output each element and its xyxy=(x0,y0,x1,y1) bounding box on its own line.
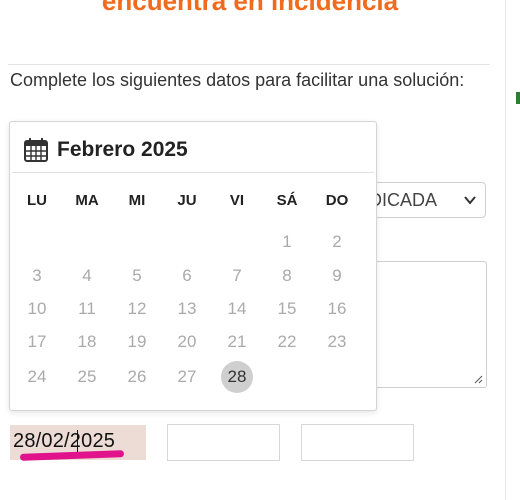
day-cell[interactable]: 13 xyxy=(171,293,203,325)
day-cell[interactable]: 1 xyxy=(271,226,303,258)
day-cell[interactable]: 2 xyxy=(321,226,353,258)
day-cell[interactable]: 23 xyxy=(321,326,353,358)
day-cell[interactable]: 20 xyxy=(171,326,203,358)
category-select[interactable]: DICADA xyxy=(360,182,486,218)
day-cell[interactable]: 24 xyxy=(21,361,53,393)
day-cell[interactable]: 18 xyxy=(71,326,103,358)
day-cell[interactable]: 21 xyxy=(221,326,253,358)
day-cell[interactable]: 8 xyxy=(271,260,303,292)
day-cell[interactable]: 12 xyxy=(121,293,153,325)
resize-handle-icon[interactable] xyxy=(474,375,483,384)
day-cell[interactable]: 27 xyxy=(171,361,203,393)
day-cell[interactable]: 22 xyxy=(271,326,303,358)
date-picker-popup: Febrero 2025 LU MA MI JU VI SÁ DO 1 2 3 4 5 6 7 8 9 10 1… xyxy=(9,121,377,411)
page-heading: encuentra en incidencia xyxy=(101,0,399,16)
weekday-label: VI xyxy=(229,192,245,209)
day-cell[interactable]: 4 xyxy=(71,260,103,292)
weekday-label: SÁ xyxy=(276,192,298,209)
day-cell[interactable]: 11 xyxy=(71,293,103,325)
weekday-label: MA xyxy=(75,192,99,209)
day-cell[interactable]: 6 xyxy=(171,260,203,292)
form-instructions: Complete los siguientes datos para facil… xyxy=(10,70,465,90)
extra-input[interactable] xyxy=(301,424,414,461)
text-caret xyxy=(77,430,78,452)
day-cell[interactable]: 19 xyxy=(121,326,153,358)
weekday-header-row: LU MA MI JU VI SÁ DO xyxy=(12,192,362,216)
weekday-label: JU xyxy=(177,192,197,209)
day-cell[interactable]: 5 xyxy=(121,260,153,292)
day-cell[interactable]: 26 xyxy=(121,361,153,393)
weekday-label: MI xyxy=(128,192,146,209)
status-marker xyxy=(516,92,520,104)
category-select-value: DICADA xyxy=(369,190,438,210)
day-cell[interactable]: 7 xyxy=(221,260,253,292)
day-cell[interactable]: 17 xyxy=(21,326,53,358)
day-cell[interactable]: 9 xyxy=(321,260,353,292)
divider xyxy=(8,64,490,65)
date-picker-header: Febrero 2025 xyxy=(12,124,374,173)
weekday-label: DO xyxy=(325,192,349,209)
weekday-label: LU xyxy=(27,192,47,209)
calendar-icon xyxy=(24,138,48,162)
chevron-down-icon xyxy=(464,196,476,205)
day-cell[interactable]: 16 xyxy=(321,293,353,325)
day-cell[interactable]: 3 xyxy=(21,260,53,292)
date-input-value: 28/02/2025 xyxy=(13,430,116,452)
day-cell[interactable]: 14 xyxy=(221,293,253,325)
day-cell[interactable]: 10 xyxy=(21,293,53,325)
date-picker-month-title[interactable]: Febrero 2025 xyxy=(57,138,188,162)
day-cell[interactable]: 15 xyxy=(271,293,303,325)
selected-day-cell[interactable]: 28 xyxy=(221,361,253,393)
time-input[interactable] xyxy=(167,424,280,461)
day-cell[interactable]: 25 xyxy=(71,361,103,393)
panel-edge xyxy=(505,0,506,500)
description-textarea[interactable] xyxy=(360,261,487,388)
